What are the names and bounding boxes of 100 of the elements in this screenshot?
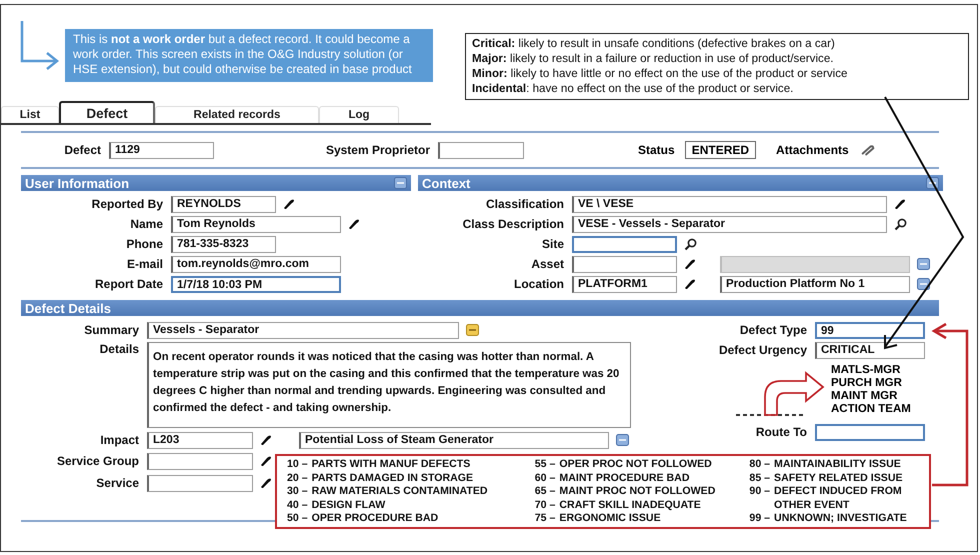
input-field[interactable]: CRITICAL (815, 342, 925, 358)
input-field[interactable] (572, 236, 677, 252)
code-number: 10 – (287, 458, 308, 472)
pen-icon[interactable] (260, 455, 272, 467)
pen-icon[interactable] (684, 278, 696, 290)
code-description: CRAFT SKILL INADEQUATE (559, 498, 702, 512)
code-number: 80 – (749, 458, 770, 472)
input-field[interactable] (438, 142, 524, 158)
field-label: Defect Urgency (718, 343, 808, 357)
field-label: E-mail (126, 257, 164, 271)
callout-arrow (19, 21, 59, 73)
field-label: Site (540, 237, 565, 251)
field-label: Impact (99, 433, 140, 447)
input-field[interactable]: Production Platform No 1 (720, 276, 910, 292)
code-description: ERGONOMIC ISSUE (559, 512, 662, 526)
input-field[interactable]: 1129 (109, 142, 214, 158)
field-label: Classification (484, 197, 565, 211)
pen-icon[interactable] (894, 198, 906, 210)
field-label: Defect (63, 143, 102, 157)
details-field[interactable]: On recent operator rounds it was noticed that the casing was hotter than normal. A temperature strip was put on the casing and this confirmed that the temperature was 20 degrees C higher than normal and trending upwards. Engineering was consulted and confirmed the defect - and taking ownership. (147, 342, 631, 428)
severity-definition: Minor: likely to have little or no effect on the use of the product or service (472, 66, 848, 82)
field-label: Report Date (94, 277, 164, 291)
route-option: MAINT MGR (831, 390, 925, 403)
route-option: ACTION TEAM (831, 403, 925, 416)
field-label: Summary (83, 323, 140, 337)
pen-icon[interactable] (283, 198, 295, 210)
field-label: Defect Type (738, 323, 808, 337)
tab[interactable]: Related records (155, 106, 319, 123)
code-number: 99 – (749, 512, 770, 526)
code-description: DESIGN FLAW (312, 498, 386, 512)
search-icon[interactable] (894, 218, 907, 230)
section-title: User Information (25, 176, 130, 190)
code-description: DEFECT INDUCED FROM OTHER EVENT (774, 485, 903, 512)
field-label: System Proprietor (324, 143, 431, 157)
input-field[interactable]: REYNOLDS (171, 196, 276, 212)
input-field[interactable] (147, 452, 253, 470)
code-number: 50 – (287, 512, 308, 526)
input-field[interactable] (720, 256, 910, 272)
code-description: OPER PROCEDURE BAD (312, 512, 440, 526)
section-title: Defect Details (25, 300, 111, 316)
code-number: 60 – (534, 472, 556, 486)
input-field[interactable] (572, 256, 677, 272)
code-description: SAFETY RELATED ISSUE (774, 472, 904, 486)
note-icon[interactable] (466, 324, 479, 336)
code-description: MAINTAINABILITY ISSUE (774, 458, 902, 472)
input-field[interactable]: VESE - Vessels - Separator (572, 216, 887, 232)
input-field[interactable]: L203 (147, 432, 253, 448)
field-label: Name (129, 217, 164, 231)
input-field[interactable]: VE \ VESE (572, 196, 887, 212)
code-number: 65 – (534, 485, 556, 499)
input-field[interactable]: 1/7/18 10:03 PM (171, 276, 341, 292)
input-field[interactable] (147, 474, 253, 492)
input-field[interactable]: Vessels - Separator (147, 322, 459, 338)
code-description: OPER PROC NOT FOLLOWED (559, 458, 713, 472)
field-label: Status (638, 143, 675, 157)
input-field[interactable]: Tom Reynolds (171, 216, 341, 232)
code-number: 30 – (287, 485, 308, 499)
severity-definition: Major: likely to result in a failure or reduction in use of product/service. (472, 51, 834, 66)
code-description: UNKNOWN; INVESTIGATE (774, 512, 908, 526)
status-value: ENTERED (684, 141, 756, 159)
field-label: Service (95, 476, 140, 490)
field-label: Service Group (56, 454, 140, 468)
callout-note: This is not a work order but a defect record. It could become a work order. This screen exists in the O&G Industry solution (or HSE extension), but could otherwise be created in base product (65, 29, 433, 82)
window-icon[interactable] (917, 278, 930, 290)
field-label: Attachments (776, 143, 849, 157)
pen-icon[interactable] (684, 258, 696, 270)
input-field[interactable]: PLATFORM1 (572, 276, 677, 292)
pen-icon[interactable] (348, 218, 360, 230)
code-number: 55 – (534, 458, 556, 472)
code-description: RAW MATERIALS CONTAMINATED (312, 485, 489, 499)
field-label: Class Description (462, 217, 565, 231)
tab[interactable]: Defect (59, 101, 155, 123)
code-number: 40 – (287, 498, 308, 512)
search-icon[interactable] (684, 238, 697, 250)
input-field[interactable] (815, 424, 925, 440)
severity-definition: Incidental: have no effect on the use of the product or service. (472, 81, 794, 96)
tab[interactable]: Log (319, 106, 399, 123)
field-label: Location (513, 277, 565, 291)
section-title: Context (422, 176, 470, 190)
route-option: PURCH MGR (831, 377, 925, 390)
input-field[interactable]: Potential Loss of Steam Generator (299, 432, 609, 448)
code-number: 85 – (749, 472, 770, 486)
code-number: 20 – (287, 472, 308, 486)
severity-definition: Critical: likely to result in unsafe conditions (defective brakes on a car) (472, 36, 836, 52)
pen-icon[interactable] (260, 434, 272, 446)
input-field[interactable]: 99 (815, 322, 925, 338)
pen-icon[interactable] (260, 477, 272, 489)
code-description: MAINT PROCEDURE BAD (559, 472, 690, 486)
input-field[interactable]: 781-335-8323 (171, 236, 276, 252)
code-description: PARTS WITH MANUF DEFECTS (312, 458, 472, 472)
field-label: Route To (754, 425, 808, 439)
code-number: 70 – (534, 498, 556, 512)
paperclip-icon[interactable] (860, 144, 875, 156)
route-option: MATLS-MGR (831, 364, 925, 377)
input-field[interactable]: tom.reynolds@mro.com (171, 256, 341, 272)
code-description: MAINT PROC NOT FOLLOWED (559, 485, 716, 499)
field-label: Details (98, 342, 140, 356)
field-label: Asset (530, 257, 565, 271)
tab[interactable]: List (1, 106, 59, 123)
code-number: 75 – (534, 512, 556, 526)
